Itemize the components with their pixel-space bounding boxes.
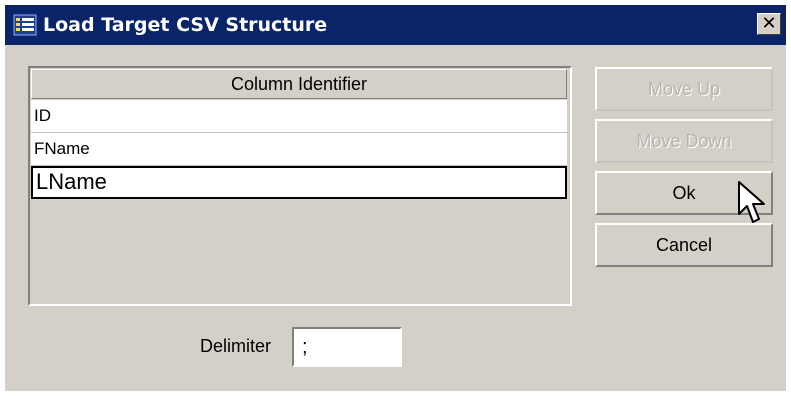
title-bar[interactable]: Load Target CSV Structure ✕ [5,5,786,45]
column-header[interactable]: Column Identifier [31,69,567,99]
delimiter-label: Delimiter [200,336,272,356]
close-button[interactable]: ✕ [757,13,781,35]
dialog-window: Load Target CSV Structure ✕ Column Ident… [5,5,786,391]
move-up-button[interactable]: Move Up [595,67,773,111]
table-row[interactable]: FName [31,133,567,166]
table-row-editing[interactable]: LName [31,166,567,199]
move-down-button[interactable]: Move Down [595,119,773,163]
mouse-pointer-icon [737,180,767,226]
delimiter-input[interactable]: ; [292,327,402,367]
table-row[interactable]: ID [31,100,567,133]
close-icon: ✕ [761,13,777,34]
dialog-title: Load Target CSV Structure [43,14,328,36]
column-table: Column Identifier ID FName LName [28,66,572,306]
cancel-button[interactable]: Cancel [595,223,773,267]
app-window-icon [13,13,37,37]
